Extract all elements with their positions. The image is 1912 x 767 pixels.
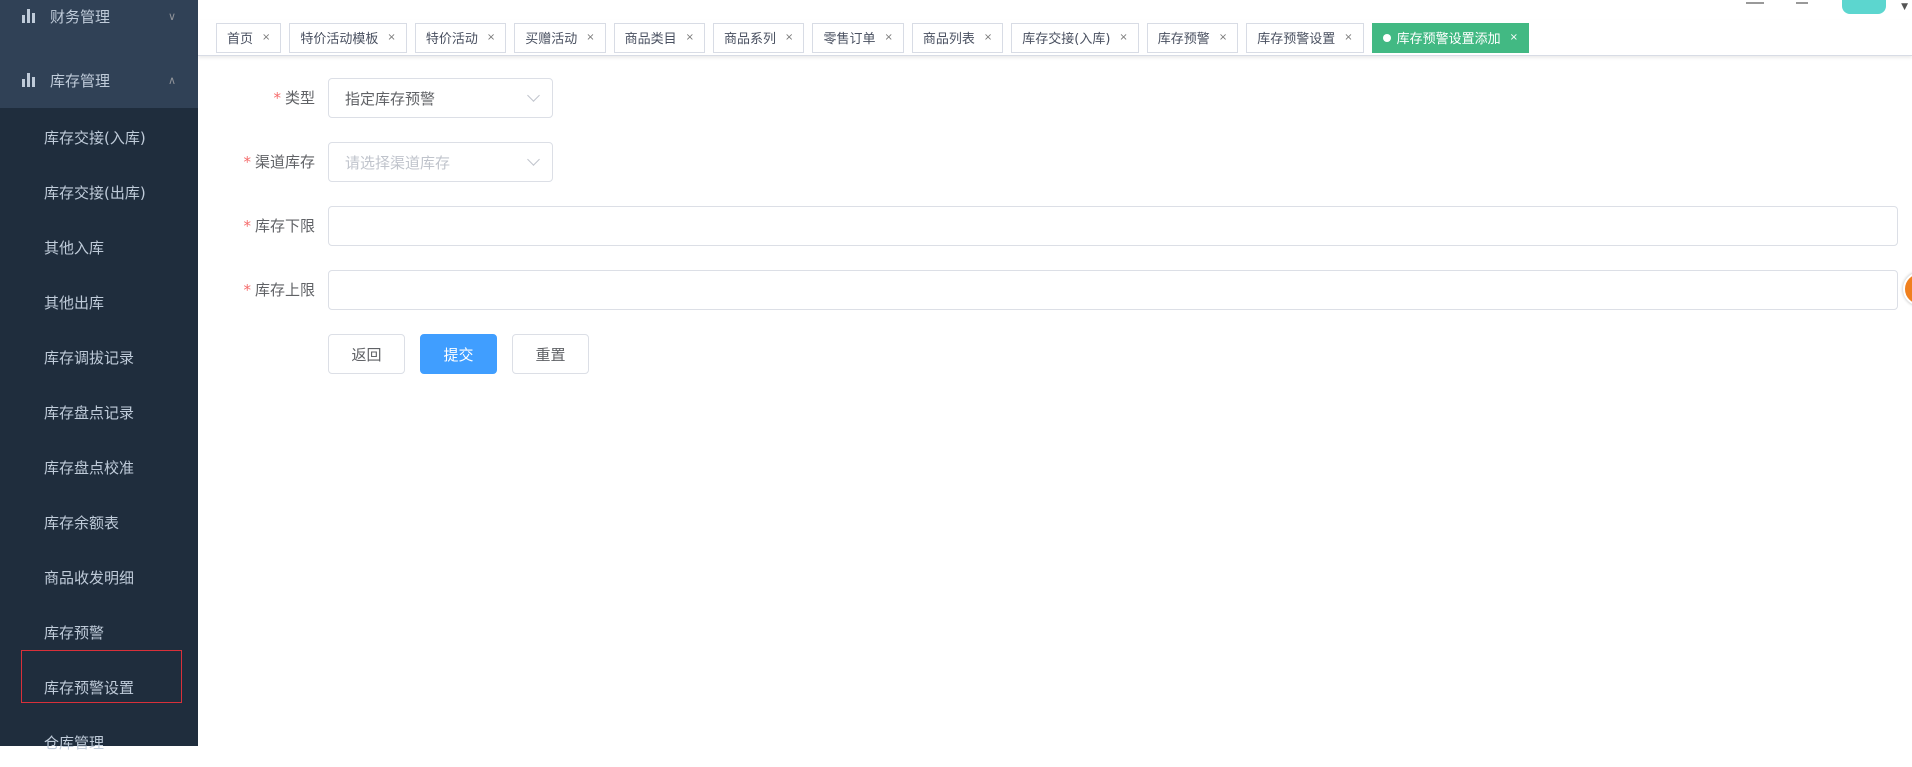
close-icon[interactable]: × <box>1219 32 1227 43</box>
menu-group-label: 财务管理 <box>50 7 111 26</box>
chevron-down-icon <box>527 153 540 166</box>
sidebar-item[interactable]: 库存调拔记录 <box>0 332 198 382</box>
back-button[interactable]: 返回 <box>328 334 405 374</box>
tab-label: 库存预警 <box>1157 32 1210 47</box>
max-stock-input[interactable] <box>328 270 1898 310</box>
menu-group-finance[interactable]: 财务管理 ∨ <box>0 0 198 44</box>
size-icon[interactable] <box>1796 0 1808 4</box>
tab[interactable]: 库存预警 × <box>1146 22 1239 53</box>
sidebar-item[interactable]: 库存余额表 <box>0 497 198 547</box>
close-icon[interactable]: × <box>686 32 694 43</box>
sidebar-item[interactable]: 库存盘点记录 <box>0 387 198 437</box>
close-icon[interactable]: × <box>1119 32 1127 43</box>
sidebar-item[interactable]: 其他出库 <box>0 277 198 327</box>
tab[interactable]: 商品系列 × <box>713 22 805 53</box>
tab-active[interactable]: 库存预警设置添加 × <box>1371 22 1530 53</box>
tab-label: 零售订单 <box>823 32 876 47</box>
close-icon[interactable]: × <box>984 32 992 43</box>
form-row-min: * 库存下限 <box>198 206 1912 246</box>
header-toolbar: ▼ <box>1712 0 1912 20</box>
min-stock-input[interactable] <box>328 206 1898 246</box>
tab-label: 库存预警设置添加 <box>1396 32 1501 47</box>
tab-label: 特价活动模板 <box>300 32 379 47</box>
close-icon[interactable]: × <box>884 32 892 43</box>
sidebar-item[interactable]: 其他入库 <box>0 222 198 272</box>
select-placeholder: 请选择渠道库存 <box>345 153 451 172</box>
label-text: 渠道库存 <box>254 153 315 171</box>
tab[interactable]: 特价活动 × <box>414 22 507 53</box>
form-row-channel: * 渠道库存 请选择渠道库存 <box>198 142 1912 182</box>
tab-label: 首页 <box>227 32 254 47</box>
label-text: 类型 <box>284 89 315 107</box>
channel-select[interactable]: 请选择渠道库存 <box>328 142 553 182</box>
close-icon[interactable]: × <box>1344 32 1352 43</box>
fullscreen-icon[interactable] <box>1746 0 1764 4</box>
close-icon[interactable]: × <box>785 32 793 43</box>
tab[interactable]: 商品类目 × <box>613 22 706 53</box>
tab-label: 库存预警设置 <box>1257 32 1336 47</box>
tab-label: 商品系列 <box>724 32 777 47</box>
tab-label: 买赠活动 <box>525 32 578 47</box>
required-mark: * <box>243 281 251 299</box>
close-icon[interactable]: × <box>1510 32 1518 43</box>
label-text: 库存下限 <box>254 217 315 235</box>
submit-button[interactable]: 提交 <box>420 334 497 374</box>
highlight-box <box>21 650 182 703</box>
active-dot-icon <box>1382 33 1391 42</box>
tab-label: 库存交接(入库) <box>1022 32 1111 47</box>
menu-group-inventory[interactable]: 库存管理 ∧ <box>0 52 198 108</box>
sidebar-item[interactable]: 商品收发明细 <box>0 552 198 602</box>
sidebar-item[interactable]: 库存交接(出库) <box>0 167 198 217</box>
sidebar-item[interactable]: 库存交接(入库) <box>0 112 198 162</box>
tab[interactable]: 首页 × <box>216 22 282 53</box>
required-mark: * <box>243 217 251 235</box>
chevron-down-icon <box>527 89 540 102</box>
chevron-up-icon: ∧ <box>167 73 176 87</box>
close-icon[interactable]: × <box>387 32 395 43</box>
form-row-max: * 库存上限 <box>198 270 1912 310</box>
required-mark: * <box>243 153 251 171</box>
tab[interactable]: 库存预警设置 × <box>1246 22 1364 53</box>
type-select[interactable]: 指定库存预警 <box>328 78 553 118</box>
sidebar-item[interactable]: 库存盘点校准 <box>0 442 198 492</box>
label-text: 库存上限 <box>254 281 315 299</box>
form-row-type: * 类型 指定库存预警 <box>198 78 1912 118</box>
avatar[interactable] <box>1842 0 1886 14</box>
tab-label: 特价活动 <box>425 32 478 47</box>
tab[interactable]: 特价活动模板 × <box>289 22 407 53</box>
close-icon[interactable]: × <box>487 32 495 43</box>
tab[interactable]: 商品列表 × <box>911 22 1004 53</box>
bar-chart-icon <box>22 9 36 23</box>
close-icon[interactable]: × <box>586 32 594 43</box>
min-label: * 库存下限 <box>243 206 315 246</box>
bar-chart-icon <box>22 73 36 87</box>
select-value: 指定库存预警 <box>345 89 436 108</box>
sidebar: 财务管理 ∨ 库存管理 ∧ 库存交接(入库) 库存交接(出库) 其他入库 其他出… <box>0 0 198 752</box>
caret-down-icon[interactable]: ▼ <box>1901 2 1908 12</box>
menu-group-label: 库存管理 <box>50 71 111 90</box>
tab[interactable]: 库存交接(入库) × <box>1011 22 1139 53</box>
tab-label: 商品列表 <box>922 32 975 47</box>
tab[interactable]: 买赠活动 × <box>514 22 606 53</box>
chevron-down-icon: ∨ <box>167 9 176 23</box>
reset-button[interactable]: 重置 <box>512 334 589 374</box>
type-label: * 类型 <box>273 78 315 118</box>
required-mark: * <box>273 89 281 107</box>
max-label: * 库存上限 <box>243 270 315 310</box>
tags-view: 首页 × 特价活动模板 × 特价活动 × 买赠活动 × 商品类目 × 商品系列 × 零售订单… <box>198 20 1912 56</box>
tab[interactable]: 零售订单 × <box>812 22 904 53</box>
close-icon[interactable]: × <box>262 32 270 43</box>
tab-label: 商品类目 <box>624 32 677 47</box>
sidebar-item[interactable]: 仓库管理 <box>0 717 198 767</box>
channel-label: * 渠道库存 <box>243 142 315 182</box>
